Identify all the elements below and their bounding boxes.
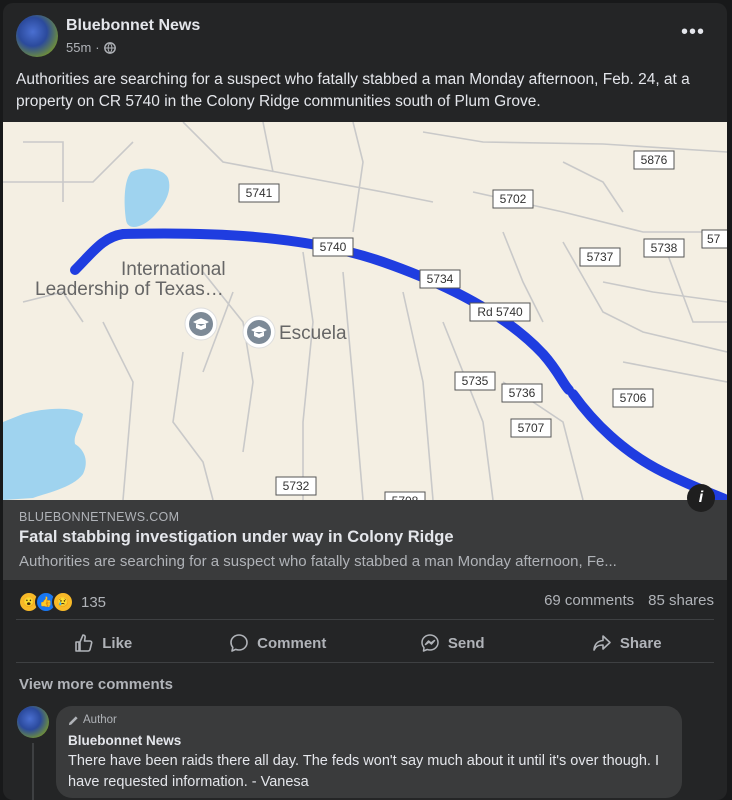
link-preview[interactable]: BLUEBONNETNEWS.COM Fatal stabbing invest… [3, 500, 727, 580]
road-label: Rd 5740 [477, 305, 523, 319]
road-label: 5702 [500, 192, 527, 206]
pond-shape [124, 168, 170, 228]
escuela-label: Escuela [279, 323, 347, 344]
road-label: 5741 [246, 186, 273, 200]
sad-icon: 😢 [52, 591, 74, 613]
share-button[interactable]: Share [540, 624, 715, 662]
author-badge: Author [68, 714, 117, 726]
road-label: 5732 [283, 479, 310, 493]
post-meta: 55m · [66, 40, 116, 55]
reactions-summary[interactable]: 😮 👍 😢 135 [18, 591, 106, 613]
map-graphic: International Leadership of Texas… Escue… [3, 122, 727, 500]
author-badge-label: Author [83, 714, 117, 726]
road-label: 5737 [587, 250, 614, 264]
send-button[interactable]: Send [365, 624, 540, 662]
info-icon[interactable]: i [687, 484, 715, 512]
comment-icon [230, 634, 248, 652]
road-label: 5740 [320, 240, 347, 254]
lake-shape [3, 408, 86, 500]
share-label: Share [619, 634, 662, 652]
road-label: 5876 [641, 153, 668, 167]
road-label: 5734 [427, 272, 454, 286]
like-label: Like [102, 634, 133, 652]
thread-line [32, 743, 34, 800]
road-label: 5738 [651, 241, 678, 255]
shares-count[interactable]: 85 shares [648, 592, 714, 609]
globe-icon [103, 41, 116, 54]
view-more-comments-link[interactable]: View more comments [19, 676, 173, 693]
post-time[interactable]: 55m [66, 40, 91, 55]
commenter-avatar[interactable] [17, 706, 49, 738]
road-label: 5707 [518, 421, 545, 435]
post-text: Authorities are searching for a suspect … [16, 71, 690, 110]
comment-text: There have been raids there all day. The… [68, 753, 659, 790]
road-label: 5706 [620, 391, 647, 405]
school-label-line1: International [121, 259, 226, 280]
divider [16, 662, 714, 663]
messenger-icon [421, 634, 439, 652]
like-button[interactable]: Like [16, 624, 191, 662]
comment-button[interactable]: Comment [191, 624, 366, 662]
send-label: Send [447, 634, 485, 652]
school-pin-icon-2 [242, 315, 276, 349]
page-name[interactable]: Bluebonnet News [66, 17, 200, 35]
road-label: 5735 [462, 374, 489, 388]
comments-count[interactable]: 69 comments [544, 592, 634, 609]
pencil-icon [68, 715, 78, 725]
comment-author-name[interactable]: Bluebonnet News [68, 733, 181, 748]
reaction-count: 135 [81, 593, 107, 611]
school-label-line2: Leadership of Texas… [35, 279, 224, 300]
more-options-icon[interactable]: ••• [681, 21, 705, 44]
thumbs-up-icon [75, 634, 93, 652]
comment-bubble: Author Bluebonnet News There have been r… [56, 706, 682, 798]
link-title[interactable]: Fatal stabbing investigation under way i… [19, 528, 454, 547]
divider [16, 619, 714, 620]
link-domain: BLUEBONNETNEWS.COM [19, 510, 180, 524]
page-avatar[interactable] [16, 15, 58, 57]
road-label: 5736 [509, 386, 536, 400]
comment-label: Comment [257, 634, 327, 652]
post-stats: 69 comments 85 shares [544, 592, 714, 609]
share-icon [593, 635, 611, 651]
link-description: Authorities are searching for a suspect … [19, 553, 617, 570]
map-preview[interactable]: International Leadership of Texas… Escue… [3, 122, 727, 500]
post-card: Bluebonnet News 55m · ••• Authorities ar… [3, 3, 727, 800]
post-actions: Like Comment Send Share [16, 624, 714, 662]
road-label: 57 [707, 232, 721, 246]
school-pin-icon [184, 307, 218, 341]
meta-separator: · [95, 40, 100, 55]
